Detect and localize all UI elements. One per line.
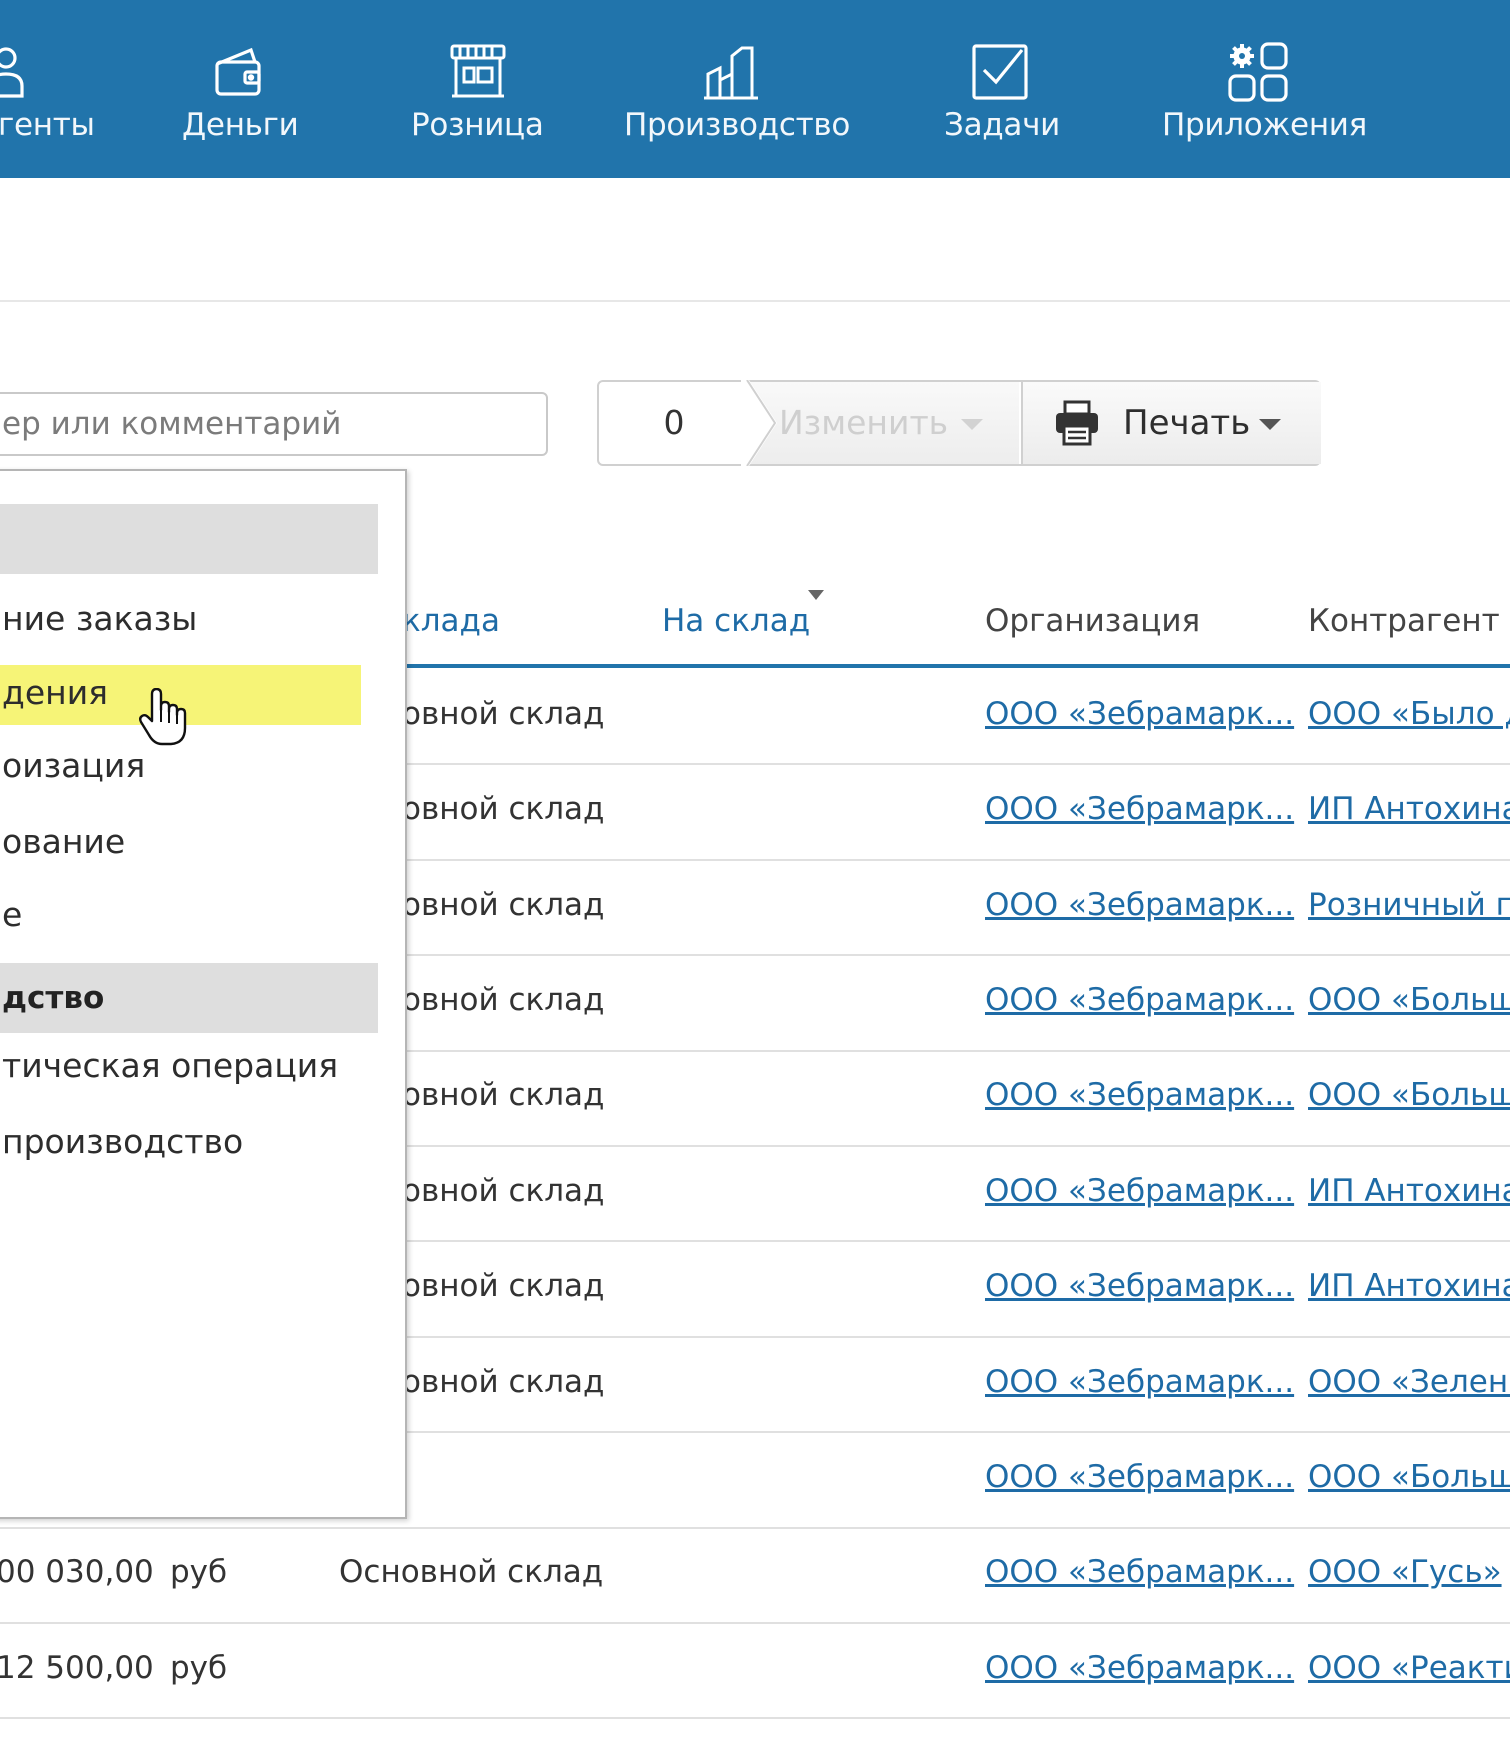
row-counterparty-link[interactable]: ООО «Было д (1308, 692, 1510, 736)
store-icon (446, 40, 510, 104)
task-check-icon (968, 40, 1032, 104)
row-counterparty-link[interactable]: ООО «Гусь» (1308, 1550, 1502, 1594)
row-counterparty-link[interactable]: ИП Антохина (1308, 1264, 1510, 1308)
row-organization-link[interactable]: ООО «Зебрамарк... (985, 1169, 1294, 1213)
dropdown-item-tech-operation[interactable]: тическая операция (2, 1043, 338, 1089)
row-organization-link[interactable]: ООО «Зебрамарк... (985, 1455, 1294, 1499)
row-counterparty-link[interactable]: ИП Антохина (1308, 1169, 1510, 1213)
edit-button[interactable]: Изменить (749, 382, 1019, 464)
row-organization-link[interactable]: ООО «Зебрамарк... (985, 692, 1294, 736)
dropdown-item-orders[interactable]: ние заказы (2, 596, 197, 642)
arrow-separator (741, 380, 777, 466)
row-organization-link[interactable]: ООО «Зебрамарк... (985, 1550, 1294, 1594)
row-sum: 12 500,00 (0, 1649, 154, 1686)
column-header-counterparty[interactable]: Контрагент (1308, 598, 1500, 644)
row-counterparty-link[interactable]: ООО «Больш (1308, 1073, 1510, 1117)
bulk-actions-toolbar: 0 Изменить Печать (597, 380, 1321, 466)
row-counterparty-link[interactable]: ООО «Больш (1308, 978, 1510, 1022)
selected-count: 0 (663, 403, 685, 442)
row-organization-link[interactable]: ООО «Зебрамарк... (985, 1360, 1294, 1404)
row-organization-link[interactable]: ООО «Зебрамарк... (985, 883, 1294, 927)
nav-item-retail[interactable]: Розница (406, 0, 546, 178)
dropdown-item-production-order[interactable]: производство (2, 1119, 243, 1165)
row-organization-link[interactable]: ООО «Зебрамарк... (985, 1646, 1294, 1690)
dropdown-item-other[interactable]: е (2, 892, 22, 938)
dropdown-item-moves[interactable]: дения (2, 670, 108, 716)
dropdown-group-production: дство (0, 963, 378, 1033)
column-header-from-warehouse[interactable]: клада (402, 598, 500, 644)
row-warehouse: овной склад (402, 1268, 605, 1305)
table-row-divider (0, 1622, 1510, 1624)
nav-item-tasks[interactable]: Задачи (942, 0, 1062, 178)
nav-item-apps[interactable]: Приложения (1162, 0, 1367, 178)
row-organization-link[interactable]: ООО «Зебрамарк... (985, 978, 1294, 1022)
apps-grid-icon (1226, 40, 1290, 104)
row-counterparty-link[interactable]: ООО «Реакти (1308, 1646, 1510, 1690)
contacts-icon (0, 40, 38, 104)
column-header-organization[interactable]: Организация (985, 598, 1200, 644)
section-divider (0, 300, 1510, 302)
row-counterparty-link[interactable]: ИП Антохина (1308, 787, 1510, 831)
printer-icon (1053, 400, 1101, 446)
row-warehouse: овной склад (402, 1077, 605, 1114)
print-button[interactable]: Печать (1021, 382, 1321, 464)
row-warehouse: овной склад (402, 886, 605, 923)
row-warehouse: Основной склад (339, 1554, 604, 1591)
row-currency: руб (170, 1649, 228, 1686)
nav-item-contacts[interactable]: генты (0, 0, 100, 178)
row-organization-link[interactable]: ООО «Зебрамарк... (985, 1264, 1294, 1308)
row-sum: 00 030,00 (0, 1554, 154, 1591)
search-input[interactable] (0, 392, 548, 456)
dropdown-group-header (0, 504, 378, 574)
row-organization-link[interactable]: ООО «Зебрамарк... (985, 1073, 1294, 1117)
table-row-divider (0, 1717, 1510, 1719)
top-navigation-bar: генты Деньги Розница Производство Задачи… (0, 0, 1510, 178)
sort-indicator-icon (808, 590, 824, 600)
row-warehouse: овной склад (402, 791, 605, 828)
dropdown-item-disposal[interactable]: ование (2, 819, 125, 865)
dropdown-item-inventory[interactable]: оизация (2, 743, 145, 789)
factory-icon (700, 40, 764, 104)
row-currency: руб (170, 1554, 228, 1591)
row-counterparty-link[interactable]: ООО «Зелень (1308, 1360, 1510, 1404)
chevron-down-icon (1259, 419, 1281, 430)
nav-item-production[interactable]: Производство (622, 0, 852, 178)
row-counterparty-link[interactable]: Розничный п (1308, 883, 1510, 927)
chevron-down-icon (961, 419, 983, 430)
row-warehouse: овной склад (402, 981, 605, 1018)
row-counterparty-link[interactable]: ООО «Больш (1308, 1455, 1510, 1499)
column-header-to-warehouse[interactable]: На склад (662, 598, 810, 644)
row-warehouse: овной склад (402, 1172, 605, 1209)
row-warehouse: овной склад (402, 695, 605, 732)
nav-item-money[interactable]: Деньги (176, 0, 301, 178)
document-type-dropdown: ние заказы дения оизация ование е дство … (0, 469, 407, 1519)
wallet-icon (207, 40, 271, 104)
row-warehouse: овной склад (402, 1363, 605, 1400)
table-row-divider (0, 1527, 1510, 1529)
row-organization-link[interactable]: ООО «Зебрамарк... (985, 787, 1294, 831)
hand-cursor-icon (139, 688, 187, 746)
